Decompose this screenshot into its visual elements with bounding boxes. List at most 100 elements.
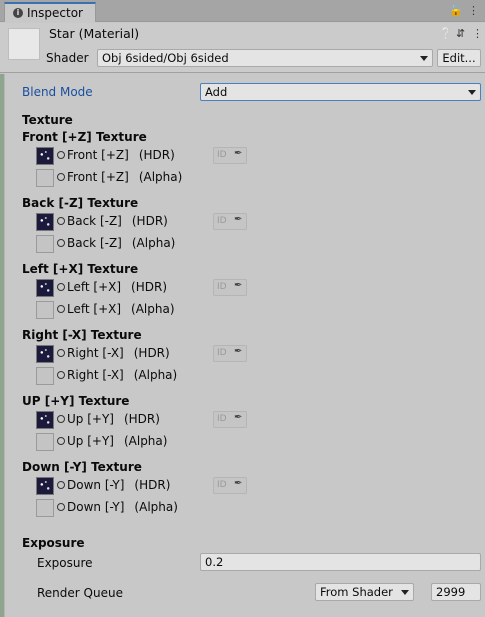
eyedropper-icon[interactable]: ✒ xyxy=(234,148,242,159)
render-queue-value[interactable]: 2999 xyxy=(431,583,481,601)
object-picker-icon[interactable] xyxy=(57,481,65,489)
id-field[interactable]: ID ✒ xyxy=(213,345,247,362)
hdr-texture-label: Left [+X] xyxy=(67,280,122,294)
hdr-texture-thumbnail[interactable] xyxy=(36,345,54,363)
alpha-texture-row: Down [-Y] (Alpha) xyxy=(36,499,336,517)
id-field[interactable]: ID ✒ xyxy=(213,213,247,230)
alpha-texture-row: Left [+X] (Alpha) xyxy=(36,301,336,319)
alpha-texture-thumbnail[interactable] xyxy=(36,433,54,451)
hdr-texture-row: Up [+Y] (HDR) xyxy=(36,411,336,429)
hdr-texture-suffix: (HDR) xyxy=(131,280,167,294)
hdr-texture-label: Up [+Y] xyxy=(67,412,114,426)
texture-group-title: Down [-Y] Texture xyxy=(22,460,142,474)
object-picker-icon[interactable] xyxy=(57,217,65,225)
id-field[interactable]: ID ✒ xyxy=(213,477,247,494)
id-field[interactable]: ID ✒ xyxy=(213,147,247,164)
render-queue-dropdown[interactable]: From Shader xyxy=(315,583,414,601)
hdr-texture-suffix: (HDR) xyxy=(138,148,175,162)
object-picker-icon[interactable] xyxy=(57,283,65,291)
alpha-texture-suffix: (Alpha) xyxy=(131,236,176,250)
edit-shader-button[interactable]: Edit... xyxy=(437,49,481,67)
exposure-field[interactable]: 0.2 xyxy=(200,553,481,571)
texture-group-title: Front [+Z] Texture xyxy=(22,130,147,144)
hdr-texture-suffix: (HDR) xyxy=(123,412,160,426)
render-queue-label: Render Queue xyxy=(37,586,123,600)
texture-group-title: UP [+Y] Texture xyxy=(22,394,130,408)
alpha-texture-label: Left [+X] xyxy=(67,302,122,316)
material-preview xyxy=(8,28,40,60)
blend-mode-dropdown[interactable]: Add xyxy=(200,83,481,101)
alpha-texture-row: Right [-X] (Alpha) xyxy=(36,367,336,385)
alpha-texture-label: Back [-Z] xyxy=(67,236,122,250)
object-picker-icon[interactable] xyxy=(57,239,65,247)
texture-group-title: Back [-Z] Texture xyxy=(22,196,139,210)
preset-icon[interactable]: ⇵ xyxy=(456,27,465,40)
alpha-texture-thumbnail[interactable] xyxy=(36,235,54,253)
alpha-texture-thumbnail[interactable] xyxy=(36,499,54,517)
alpha-texture-label: Up [+Y] xyxy=(67,434,114,448)
eyedropper-icon[interactable]: ✒ xyxy=(234,478,242,489)
hdr-texture-thumbnail[interactable] xyxy=(36,279,54,297)
hdr-texture-row: Left [+X] (HDR) xyxy=(36,279,336,297)
blend-mode-label: Blend Mode xyxy=(22,85,93,99)
alpha-texture-suffix: (Alpha) xyxy=(123,434,168,448)
material-header: Star (Material) ❔ ⇵ ⋮ Shader Obj 6sided/… xyxy=(0,23,485,73)
alpha-texture-label: Down [-Y] xyxy=(67,500,125,514)
object-picker-icon[interactable] xyxy=(57,437,65,445)
texture-heading: Texture xyxy=(22,113,73,127)
more-options-icon[interactable]: ⋮ xyxy=(468,4,479,17)
exposure-label: Exposure xyxy=(37,556,93,570)
object-picker-icon[interactable] xyxy=(57,349,65,357)
eyedropper-icon[interactable]: ✒ xyxy=(234,214,242,225)
id-field[interactable]: ID ✒ xyxy=(213,279,247,296)
object-picker-icon[interactable] xyxy=(57,151,65,159)
id-label: ID xyxy=(217,414,227,424)
eyedropper-icon[interactable]: ✒ xyxy=(234,280,242,291)
hdr-texture-row: Front [+Z] (HDR) xyxy=(36,147,336,165)
eyedropper-icon[interactable]: ✒ xyxy=(234,346,242,357)
eyedropper-icon[interactable]: ✒ xyxy=(234,412,242,423)
id-label: ID xyxy=(217,150,227,160)
lock-icon[interactable]: 🔓 xyxy=(449,4,463,17)
hdr-texture-label: Back [-Z] xyxy=(67,214,122,228)
alpha-texture-thumbnail[interactable] xyxy=(36,367,54,385)
hdr-texture-label: Right [-X] xyxy=(67,346,124,360)
id-label: ID xyxy=(217,216,227,226)
render-queue-mode: From Shader xyxy=(320,585,393,599)
hdr-texture-thumbnail[interactable] xyxy=(36,213,54,231)
hdr-texture-label: Front [+Z] xyxy=(67,148,129,162)
object-picker-icon[interactable] xyxy=(57,503,65,511)
tab-inspector[interactable]: i Inspector xyxy=(4,2,96,22)
hdr-texture-thumbnail[interactable] xyxy=(36,411,54,429)
object-picker-icon[interactable] xyxy=(57,305,65,313)
help-icon[interactable]: ❔ xyxy=(439,27,453,40)
blend-mode-value: Add xyxy=(205,85,228,99)
hdr-texture-label: Down [-Y] xyxy=(67,478,125,492)
id-label: ID xyxy=(217,480,227,490)
alpha-texture-thumbnail[interactable] xyxy=(36,169,54,187)
hdr-texture-row: Right [-X] (HDR) xyxy=(36,345,336,363)
shader-dropdown[interactable]: Obj 6sided/Obj 6sided xyxy=(97,49,433,67)
hdr-texture-thumbnail[interactable] xyxy=(36,477,54,495)
hdr-texture-suffix: (HDR) xyxy=(131,214,168,228)
object-picker-icon[interactable] xyxy=(57,173,65,181)
texture-group-title: Left [+X] Texture xyxy=(22,262,139,276)
alpha-texture-row: Front [+Z] (Alpha) xyxy=(36,169,336,187)
object-picker-icon[interactable] xyxy=(57,371,65,379)
alpha-texture-row: Back [-Z] (Alpha) xyxy=(36,235,336,253)
hdr-texture-thumbnail[interactable] xyxy=(36,147,54,165)
exposure-heading: Exposure xyxy=(22,536,85,550)
chevron-down-icon xyxy=(468,90,476,95)
info-icon: i xyxy=(13,8,23,18)
object-picker-icon[interactable] xyxy=(57,415,65,423)
id-label: ID xyxy=(217,282,227,292)
id-field[interactable]: ID ✒ xyxy=(213,411,247,428)
alpha-texture-suffix: (Alpha) xyxy=(138,170,183,184)
chevron-down-icon xyxy=(420,56,428,61)
material-name: Star (Material) xyxy=(49,26,140,41)
alpha-texture-label: Right [-X] xyxy=(67,368,124,382)
alpha-texture-thumbnail[interactable] xyxy=(36,301,54,319)
more-options-icon[interactable]: ⋮ xyxy=(472,27,483,40)
alpha-texture-suffix: (Alpha) xyxy=(133,368,178,382)
alpha-texture-row: Up [+Y] (Alpha) xyxy=(36,433,336,451)
